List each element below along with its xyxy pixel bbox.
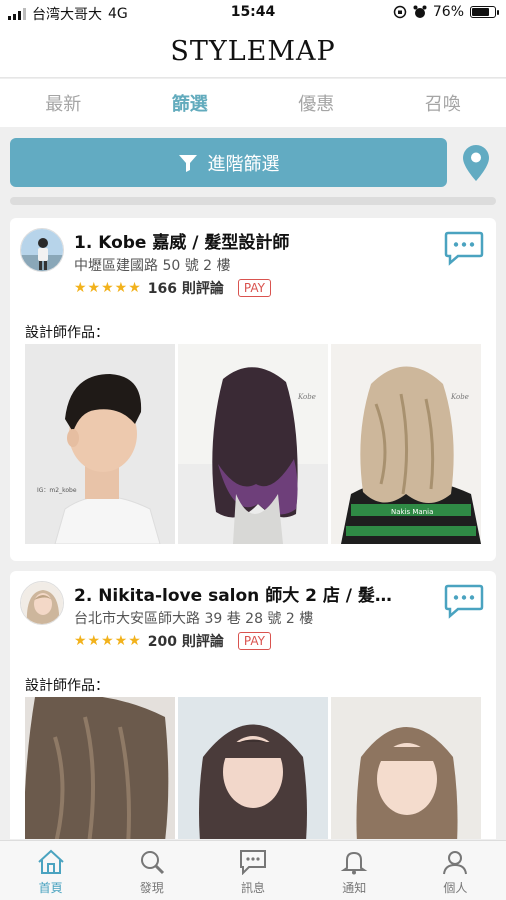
work-photo[interactable] [25,697,175,839]
nav-messages[interactable]: 訊息 [202,841,303,900]
stylist-address: 中壢區建國路 50 號 2 樓 [74,258,231,274]
rating-row: ★★★★★ 200 則評論 PAY [74,631,271,651]
rating-row: ★★★★★ 166 則評論 PAY [74,278,271,298]
stylist-name[interactable]: 2. Nikita-love salon 師大 2 店 / 髮… [74,581,414,606]
stylist-name[interactable]: 1. Kobe 嘉威 / 髮型設計師 [74,228,414,253]
nav-discover[interactable]: 發現 [101,841,202,900]
review-count[interactable]: 166 則評論 [148,278,224,298]
battery-percent: 76% [432,4,464,20]
chat-icon[interactable] [444,583,484,619]
home-icon [37,849,64,874]
tab-offers[interactable]: 優惠 [253,79,380,127]
chat-icon[interactable] [444,230,484,266]
funnel-icon [178,154,197,172]
star-rating: ★★★★★ [74,633,142,649]
app-logo: STYLEMAP [170,36,336,67]
avatar[interactable] [20,228,64,272]
tab-summon[interactable]: 召喚 [380,79,506,127]
pay-badge: PAY [237,632,271,650]
work-photo[interactable]: Kobe [178,344,328,544]
stylist-card[interactable]: 1. Kobe 嘉威 / 髮型設計師 中壢區建國路 50 號 2 樓 ★★★★★… [10,218,496,561]
app-header: STYLEMAP [0,26,506,78]
watermark: Kobe [450,393,469,401]
works-label: 設計師作品： [25,325,109,341]
work-photo[interactable]: IG：m2_kobe [25,344,175,544]
tab-filter[interactable]: 篩選 [127,79,254,127]
review-count[interactable]: 200 則評論 [148,631,224,651]
alarm-icon [413,5,427,18]
star-rating: ★★★★★ [74,280,142,296]
avatar[interactable] [20,581,64,625]
nav-label: 個人 [443,881,468,895]
advanced-filter-label: 進階篩選 [207,153,280,175]
top-tabs: 最新 篩選 優惠 召喚 [0,79,506,127]
search-icon [140,851,164,875]
nav-label: 發現 [139,881,164,895]
watermark: Kobe [297,393,316,401]
work-photo[interactable]: Nakis Mania Kobe [331,344,481,544]
nav-notifications[interactable]: 通知 [304,841,405,900]
bell-icon [340,851,368,875]
nav-label: 通知 [342,881,367,895]
battery-icon [470,6,499,18]
advanced-filter-button[interactable]: 進階篩選 [10,138,447,187]
scroll-divider [10,197,496,205]
person-icon [443,851,468,875]
nav-profile[interactable]: 個人 [405,841,506,900]
location-pin-icon[interactable] [462,144,490,182]
tab-latest[interactable]: 最新 [0,79,127,127]
nav-home[interactable]: 首頁 [0,841,101,900]
work-photo[interactable] [331,697,481,839]
chat-icon [240,850,266,875]
bottom-nav: 首頁 發現 訊息 通知 個人 [0,840,506,900]
works-gallery [25,697,481,839]
nav-label: 首頁 [38,881,63,895]
stylist-card[interactable]: 2. Nikita-love salon 師大 2 店 / 髮… 台北市大安區師… [10,571,496,839]
works-gallery: IG：m2_kobe Kobe Nakis Mania Kobe [25,344,481,544]
pay-badge: PAY [237,279,271,297]
works-label: 設計師作品： [25,678,109,694]
status-bar: 台湾大哥大 4G 15:44 76% [0,0,506,26]
jacket-text: Nakis Mania [391,508,433,516]
orientation-lock-icon [393,5,407,19]
work-photo[interactable] [178,697,328,839]
stylist-address: 台北市大安區師大路 39 巷 28 號 2 樓 [74,611,314,627]
nav-label: 訊息 [241,881,266,895]
photo-caption: IG：m2_kobe [37,487,77,494]
